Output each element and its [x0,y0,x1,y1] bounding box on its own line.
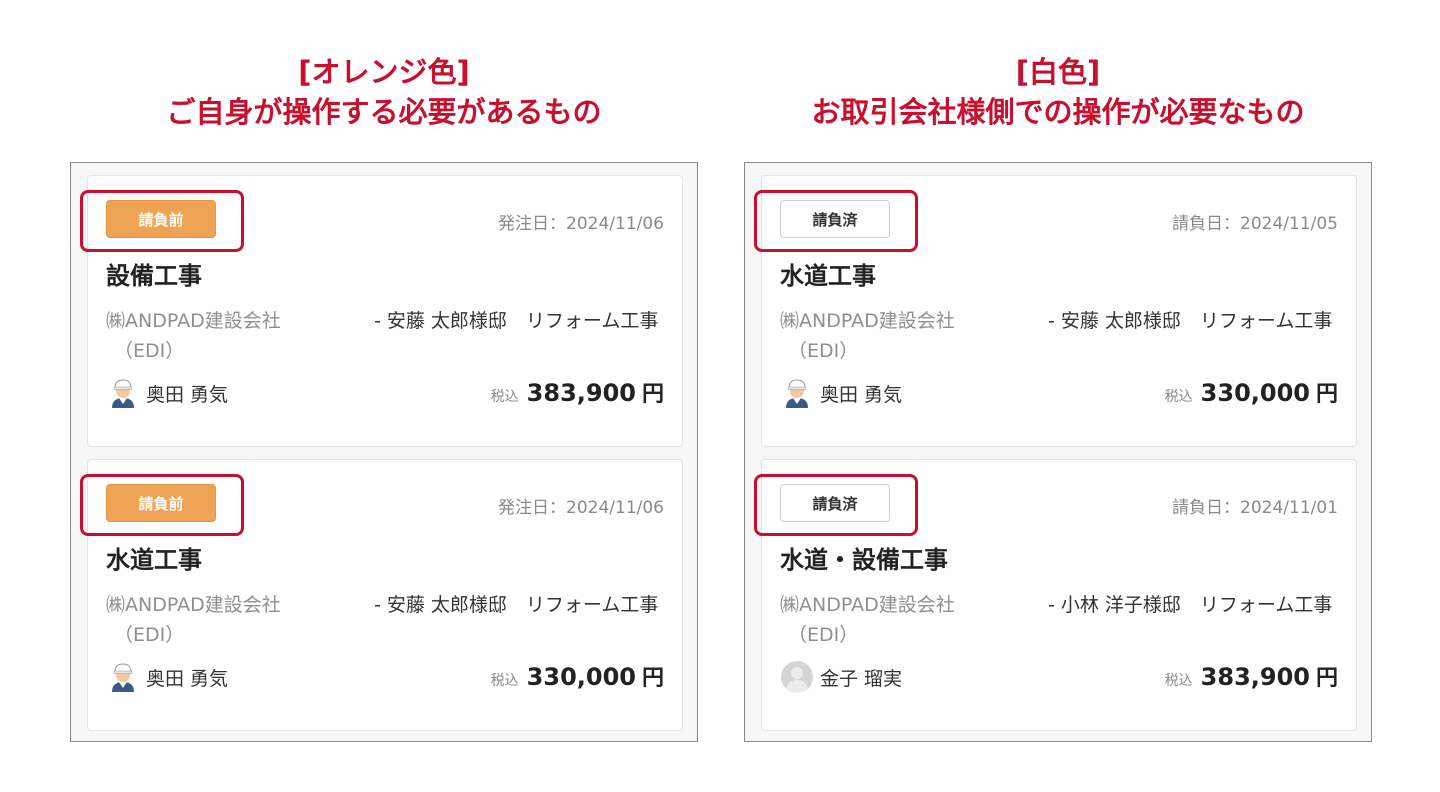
company-label: ㈱ANDPAD建設会社 [780,594,955,616]
orange-explanation-heading: [オレンジ色] ご自身が操作する必要があるもの [70,52,698,132]
status-badge: 請負前 [106,200,216,238]
amount: 383,900 [526,379,636,407]
company-sub-label: （EDI） [114,340,185,362]
status-badge: 請負済 [780,200,890,238]
status-badge: 請負済 [780,484,890,522]
order-card[interactable]: 請負前 発注日：2024/11/06 設備工事 ㈱ANDPAD建設会社 （EDI… [80,175,683,447]
work-title: 設備工事 [106,262,202,290]
person-name: 奥田 勇気 [146,667,229,690]
order-date: 発注日：2024/11/06 [498,214,664,234]
person-in-charge: 奥田 勇気 [780,376,902,410]
order-card[interactable]: 請負前 発注日：2024/11/06 水道工事 ㈱ANDPAD建設会社 （EDI… [80,459,683,731]
amount: 330,000 [1200,379,1310,407]
company-label: ㈱ANDPAD建設会社 [780,310,955,332]
white-status-example-panel: 請負済 請負日：2024/11/05 水道工事 ㈱ANDPAD建設会社 （EDI… [744,162,1372,742]
white-explanation-heading: [白色] お取引会社様側での操作が必要なもの [744,52,1372,132]
price: 税込 330,000 円 [1165,376,1338,410]
currency-unit: 円 [1315,382,1338,407]
company-sub-label: （EDI） [788,624,859,646]
person-in-charge: 奥田 勇気 [106,660,228,694]
orange-status-example-panel: 請負前 発注日：2024/11/06 設備工事 ㈱ANDPAD建設会社 （EDI… [70,162,698,742]
contract-date: 請負日：2024/11/05 [1172,214,1338,234]
company-label: ㈱ANDPAD建設会社 [106,310,281,332]
order-date: 発注日：2024/11/06 [498,498,664,518]
price: 税込 383,900 円 [1165,660,1338,694]
company-name: ㈱ANDPAD建設会社 （EDI） [780,590,1020,650]
heading-description: お取引会社様側での操作が必要なもの [811,95,1305,129]
company-sub-label: （EDI） [788,340,859,362]
default-user-avatar-icon [781,661,813,693]
heading-label: [オレンジ色] [298,55,470,89]
worker-avatar-icon [112,379,134,408]
company-name: ㈱ANDPAD建設会社 （EDI） [106,306,346,366]
project-name: - 安藤 太郎様邸 リフォーム工事 [1048,310,1333,332]
status-badge: 請負前 [106,484,216,522]
work-title: 水道工事 [106,546,202,574]
currency-unit: 円 [641,666,664,691]
person-name: 奥田 勇気 [820,383,903,406]
heading-description: ご自身が操作する必要があるもの [166,95,602,129]
tax-label: 税込 [1164,389,1193,405]
project-name: - 安藤 太郎様邸 リフォーム工事 [374,594,659,616]
person-in-charge: 金子 瑠実 [780,660,902,694]
contract-date: 請負日：2024/11/01 [1172,498,1338,518]
currency-unit: 円 [1315,666,1338,691]
work-title: 水道工事 [780,262,876,290]
person-name: 奥田 勇気 [146,383,229,406]
currency-unit: 円 [641,382,664,407]
work-title: 水道・設備工事 [780,546,948,574]
price: 税込 330,000 円 [491,660,664,694]
order-card[interactable]: 請負済 請負日：2024/11/05 水道工事 ㈱ANDPAD建設会社 （EDI… [754,175,1357,447]
company-sub-label: （EDI） [114,624,185,646]
worker-avatar-icon [786,379,808,408]
company-name: ㈱ANDPAD建設会社 （EDI） [106,590,346,650]
tax-label: 税込 [490,389,519,405]
tax-label: 税込 [490,673,519,689]
worker-avatar-icon [112,663,134,692]
company-label: ㈱ANDPAD建設会社 [106,594,281,616]
project-name: - 安藤 太郎様邸 リフォーム工事 [374,310,659,332]
person-name: 金子 瑠実 [820,667,903,690]
order-card[interactable]: 請負済 請負日：2024/11/01 水道・設備工事 ㈱ANDPAD建設会社 （… [754,459,1357,731]
project-name: - 小林 洋子様邸 リフォーム工事 [1048,594,1333,616]
amount: 330,000 [526,663,636,691]
person-in-charge: 奥田 勇気 [106,376,228,410]
heading-label: [白色] [1015,55,1101,89]
price: 税込 383,900 円 [491,376,664,410]
tax-label: 税込 [1164,673,1193,689]
amount: 383,900 [1200,663,1310,691]
company-name: ㈱ANDPAD建設会社 （EDI） [780,306,1020,366]
